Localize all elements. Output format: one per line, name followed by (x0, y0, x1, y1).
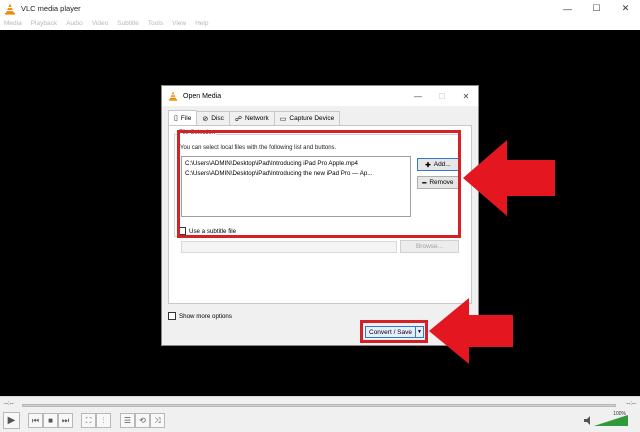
previous-button[interactable]: ⏮ (28, 413, 43, 428)
next-icon: ⏭ (61, 415, 70, 425)
capture-device-icon: ▭ (279, 115, 287, 123)
menu-video[interactable]: Video (92, 20, 109, 27)
playlist-button[interactable]: ☰ (120, 413, 135, 428)
total-time: --:-- (626, 401, 636, 407)
window-title: VLC media player (21, 4, 81, 13)
vlc-logo-icon (168, 91, 178, 101)
elapsed-time: --:-- (4, 401, 14, 407)
menu-subtitle[interactable]: Subtitle (117, 20, 139, 27)
dialog-close-icon[interactable]: ✕ (454, 86, 478, 106)
stop-icon: ■ (48, 416, 53, 425)
stop-button[interactable]: ■ (43, 413, 58, 428)
convert-save-highlight (360, 320, 428, 343)
network-icon: ☍ (234, 115, 242, 123)
show-more-options-checkbox[interactable] (168, 312, 176, 320)
maximize-icon[interactable]: ☐ (582, 0, 611, 17)
dialog-tabs: ▯ File ⊘ Disc ☍ Network ▭ Capture Device (168, 110, 341, 125)
title-bar: VLC media player — ☐ ✕ (0, 0, 640, 17)
tab-file-label: File (180, 114, 192, 122)
previous-icon: ⏮ (31, 415, 40, 425)
tab-disc-label: Disc (211, 115, 224, 122)
volume-control[interactable]: 100% (584, 411, 630, 429)
red-arrow-icon (429, 298, 513, 364)
loop-icon: ⟲ (139, 416, 146, 425)
dialog-title-bar: Open Media — ☐ ✕ (162, 86, 478, 106)
playback-controls: --:-- --:-- ▶ ⏮ ■ ⏭ ⛶ ⫶ ☰ ⟲ ⤨ 100% (0, 396, 640, 432)
tab-disc[interactable]: ⊘ Disc (196, 111, 230, 125)
menu-view[interactable]: View (172, 20, 186, 27)
menu-playback[interactable]: Playback (31, 20, 57, 27)
seek-slider[interactable] (22, 404, 616, 407)
play-button[interactable]: ▶ (3, 412, 20, 429)
red-arrow-icon (463, 140, 555, 216)
tab-network-label: Network (244, 115, 269, 122)
playlist-icon: ☰ (123, 416, 132, 425)
file-icon: ▯ (174, 115, 178, 122)
extended-settings-button[interactable]: ⫶ (96, 413, 111, 428)
menu-bar: Media Playback Audio Video Subtitle Tool… (0, 17, 640, 30)
shuffle-icon: ⤨ (154, 415, 161, 425)
loop-button[interactable]: ⟲ (135, 413, 150, 428)
file-selection-highlight (177, 130, 461, 238)
next-button[interactable]: ⏭ (58, 413, 73, 428)
menu-media[interactable]: Media (4, 20, 22, 27)
menu-tools[interactable]: Tools (148, 20, 163, 27)
close-icon[interactable]: ✕ (611, 0, 640, 17)
shuffle-button[interactable]: ⤨ (150, 413, 165, 428)
disc-icon: ⊘ (202, 115, 209, 123)
tab-capture-device[interactable]: ▭ Capture Device (273, 111, 341, 125)
browse-button: Browse... (400, 240, 459, 253)
dialog-maximize-icon: ☐ (438, 91, 446, 101)
tab-capture-device-label: Capture Device (289, 115, 335, 122)
menu-audio[interactable]: Audio (66, 20, 83, 27)
subtitle-file-field (181, 241, 397, 253)
dialog-title: Open Media (183, 92, 222, 100)
tab-file[interactable]: ▯ File (168, 110, 198, 125)
volume-percent: 100% (613, 411, 626, 417)
tab-network[interactable]: ☍ Network (228, 111, 275, 125)
dialog-minimize-icon[interactable]: — (406, 86, 430, 106)
menu-help[interactable]: Help (195, 20, 208, 27)
play-icon: ▶ (7, 415, 16, 426)
equalizer-icon: ⫶ (102, 415, 105, 425)
minimize-icon[interactable]: — (553, 0, 582, 17)
fullscreen-icon: ⛶ (85, 415, 92, 425)
vlc-logo-icon (5, 3, 15, 15)
fullscreen-button[interactable]: ⛶ (81, 413, 96, 428)
show-more-options-label: Show more options (179, 313, 232, 320)
